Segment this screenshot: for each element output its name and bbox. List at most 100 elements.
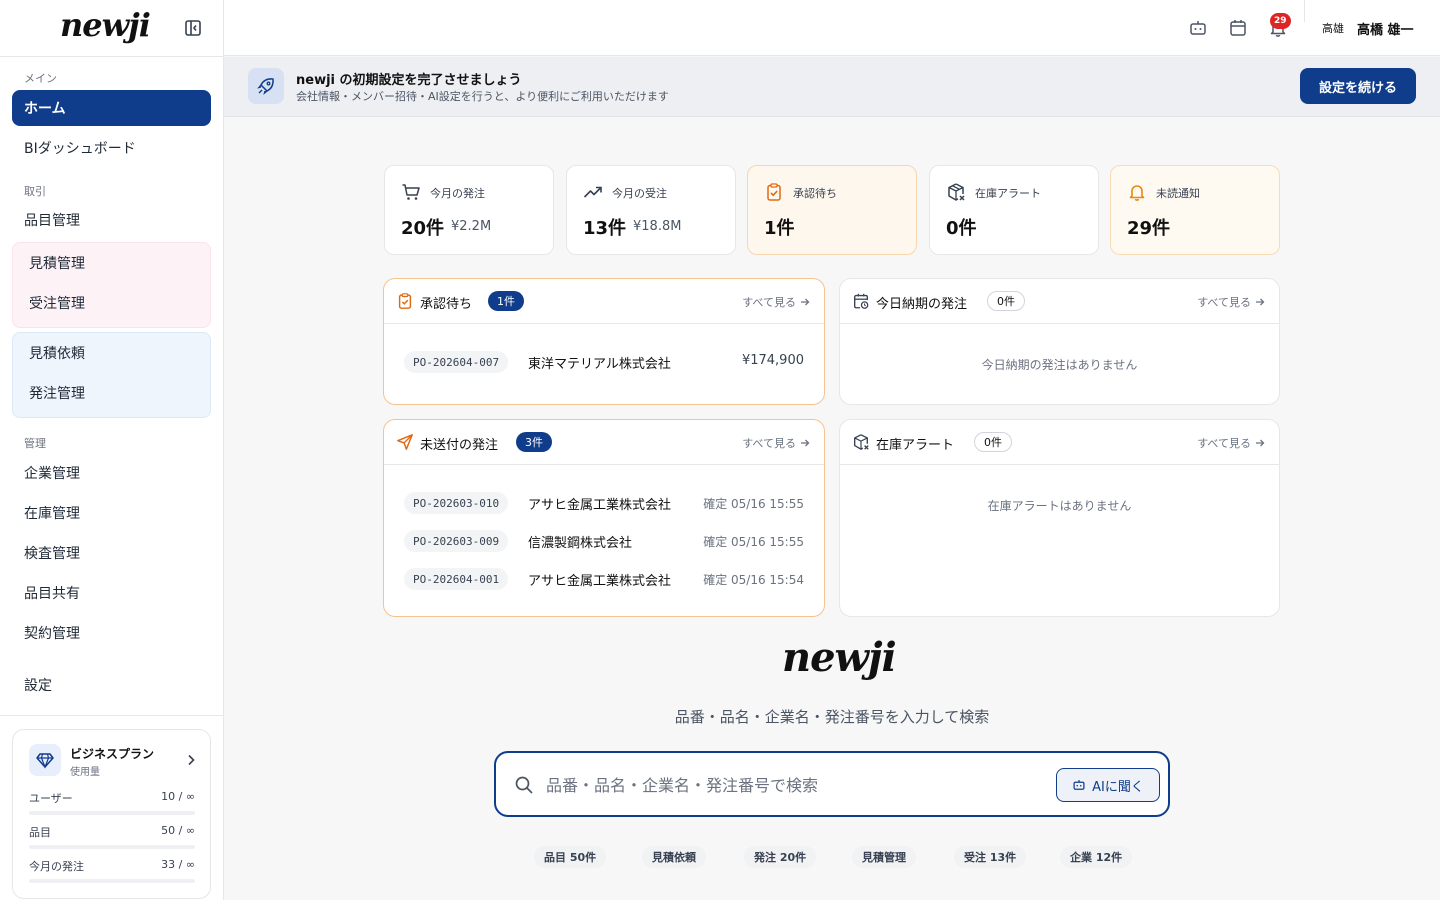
ask-ai-button[interactable]: AIに聞く bbox=[1056, 768, 1160, 802]
sidebar-item-inspection[interactable]: 検査管理 bbox=[12, 535, 211, 571]
sidebar-item-settings[interactable]: 設定 bbox=[12, 667, 211, 703]
sidebar-item-contract[interactable]: 契約管理 bbox=[12, 615, 211, 651]
bell-icon bbox=[1129, 185, 1145, 201]
plan-card[interactable]: ビジネスプラン 使用量 ユーザー 10 / ∞ 品目 50 / ∞ 今月の発注 … bbox=[12, 729, 211, 899]
see-all-label: すべて見る bbox=[742, 296, 796, 309]
panel-title: 在庫アラート bbox=[876, 438, 955, 453]
see-all-link[interactable]: すべて見る bbox=[1197, 294, 1265, 310]
plan-title: ビジネスプラン bbox=[70, 747, 155, 761]
quick-chip-po[interactable]: 発注 20件 bbox=[744, 846, 817, 868]
see-all-label: すべて見る bbox=[742, 437, 796, 450]
po-confirmed-time: 確定 05/16 15:55 bbox=[703, 535, 804, 549]
count-badge: 0件 bbox=[987, 291, 1025, 311]
po-amount: ¥174,900 bbox=[741, 353, 804, 368]
usage-label: ユーザー bbox=[29, 792, 73, 805]
stat-card-monthly-orders[interactable]: 今月の受注 13件 ¥18.8M bbox=[566, 165, 736, 255]
po-row[interactable]: PO-202603-009 信濃製鋼株式会社 確定 05/16 15:55 bbox=[404, 530, 804, 552]
sidebar-header: newji bbox=[0, 0, 223, 57]
user-avatar-text[interactable]: 高雄 bbox=[1322, 20, 1344, 36]
quick-chip-quote-request[interactable]: 見積依頼 bbox=[642, 846, 706, 868]
continue-setup-button[interactable]: 設定を続ける bbox=[1300, 68, 1416, 104]
po-company: アサヒ金属工業株式会社 bbox=[528, 498, 672, 513]
panel-title: 承認待ち bbox=[420, 297, 473, 312]
stat-card-inventory-alert[interactable]: 在庫アラート 0件 bbox=[929, 165, 1099, 255]
sidebar-group-purchase: 見積依頼 発注管理 bbox=[12, 332, 211, 418]
ask-ai-label: AIに聞く bbox=[1092, 779, 1144, 795]
po-row[interactable]: PO-202604-001 アサヒ金属工業株式会社 確定 05/16 15:54 bbox=[404, 568, 804, 590]
po-company: 東洋マテリアル株式会社 bbox=[528, 357, 671, 372]
package-x-icon bbox=[948, 183, 965, 201]
stat-card-monthly-po[interactable]: 今月の発注 20件 ¥2.2M bbox=[384, 165, 554, 255]
see-all-link[interactable]: すべて見る bbox=[742, 294, 810, 310]
arrow-right-icon bbox=[801, 298, 810, 306]
stat-amount: ¥2.2M bbox=[451, 219, 492, 234]
count-badge: 0件 bbox=[974, 432, 1012, 452]
see-all-label: すべて見る bbox=[1197, 437, 1251, 450]
user-name[interactable]: 高橋 雄一 bbox=[1357, 19, 1414, 38]
search-box: AIに聞く bbox=[494, 751, 1170, 817]
po-company: 信濃製鋼株式会社 bbox=[528, 536, 633, 551]
quick-chip-quote-mgmt[interactable]: 見積管理 bbox=[852, 846, 916, 868]
sidebar-item-order-received[interactable]: 受注管理 bbox=[13, 283, 210, 323]
clipboard-check-icon bbox=[767, 183, 781, 201]
count-badge: 3件 bbox=[516, 432, 552, 452]
arrow-right-icon bbox=[1256, 298, 1265, 306]
po-confirmed-time: 確定 05/16 15:55 bbox=[703, 497, 804, 511]
package-x-icon bbox=[854, 434, 869, 450]
po-number: PO-202603-009 bbox=[404, 530, 509, 552]
sidebar-item-inventory[interactable]: 在庫管理 bbox=[12, 495, 211, 531]
arrow-right-icon bbox=[801, 439, 810, 447]
sidebar-item-item-share[interactable]: 品目共有 bbox=[12, 575, 211, 611]
stat-card-unread-notifications[interactable]: 未読通知 29件 bbox=[1110, 165, 1280, 255]
panel-header: 今日納期の発注 0件 すべて見る bbox=[840, 279, 1279, 324]
cart-icon bbox=[402, 184, 420, 200]
clipboard-check-icon bbox=[398, 293, 412, 309]
setup-banner: newji の初期設定を完了させましょう 会社情報・メンバー招待・AI設定を行う… bbox=[224, 57, 1440, 117]
quick-chip-companies[interactable]: 企業 12件 bbox=[1060, 846, 1133, 868]
robot-icon[interactable] bbox=[1188, 18, 1208, 38]
po-row[interactable]: PO-202603-010 アサヒ金属工業株式会社 確定 05/16 15:55 bbox=[404, 492, 804, 514]
sidebar-collapse-icon[interactable] bbox=[184, 19, 202, 37]
app-logo[interactable]: newji bbox=[60, 6, 151, 44]
usage-label: 今月の発注 bbox=[29, 860, 84, 873]
chevron-right-icon[interactable] bbox=[186, 754, 196, 766]
rocket-icon bbox=[248, 68, 284, 104]
sidebar-item-bi-dashboard[interactable]: BIダッシュボード bbox=[12, 130, 211, 166]
trending-up-icon bbox=[583, 186, 602, 198]
stat-label: 今月の受注 bbox=[612, 187, 667, 200]
usage-bar bbox=[29, 879, 195, 883]
stat-value: 13件 bbox=[583, 218, 627, 239]
section-label-admin: 管理 bbox=[24, 437, 46, 450]
panel-header: 在庫アラート 0件 すべて見る bbox=[840, 420, 1279, 465]
stat-card-pending-approval[interactable]: 承認待ち 1件 bbox=[747, 165, 917, 255]
sidebar-item-items[interactable]: 品目管理 bbox=[12, 202, 211, 238]
search-input[interactable] bbox=[546, 771, 1046, 799]
calendar-icon[interactable] bbox=[1228, 18, 1248, 38]
sidebar-item-quote-mgmt[interactable]: 見積管理 bbox=[13, 243, 210, 283]
stat-value: 1件 bbox=[764, 218, 795, 239]
usage-row-users: ユーザー 10 / ∞ bbox=[29, 790, 195, 815]
sidebar-item-quote-request[interactable]: 見積依頼 bbox=[13, 333, 210, 373]
panel-header: 未送付の発注 3件 すべて見る bbox=[384, 420, 824, 465]
panel-unsent-po: 未送付の発注 3件 すべて見る PO-202603-010 アサヒ金属工業株式会… bbox=[383, 419, 825, 617]
search-logo: newji bbox=[782, 634, 897, 681]
panel-pending-approval: 承認待ち 1件 すべて見る PO-202604-007 東洋マテリアル株式会社 … bbox=[383, 278, 825, 405]
sidebar-item-home[interactable]: ホーム bbox=[12, 90, 211, 126]
send-icon bbox=[397, 434, 413, 450]
search-icon bbox=[515, 776, 533, 794]
quick-chip-orders[interactable]: 受注 13件 bbox=[954, 846, 1027, 868]
po-confirmed-time: 確定 05/16 15:54 bbox=[703, 573, 804, 587]
usage-value: 33 / ∞ bbox=[161, 858, 195, 871]
sidebar-item-po-mgmt[interactable]: 発注管理 bbox=[13, 373, 210, 413]
panel-due-today: 今日納期の発注 0件 すべて見る 今日納期の発注はありません bbox=[839, 278, 1280, 405]
po-company: アサヒ金属工業株式会社 bbox=[528, 574, 672, 589]
stat-label: 未読通知 bbox=[1156, 187, 1200, 200]
sidebar-item-company[interactable]: 企業管理 bbox=[12, 455, 211, 491]
robot-icon bbox=[1073, 780, 1085, 790]
calendar-clock-icon bbox=[854, 293, 869, 309]
po-row[interactable]: PO-202604-007 東洋マテリアル株式会社 ¥174,900 bbox=[404, 351, 804, 373]
stat-amount: ¥18.8M bbox=[633, 219, 682, 234]
see-all-link[interactable]: すべて見る bbox=[742, 435, 810, 451]
see-all-link[interactable]: すべて見る bbox=[1197, 435, 1265, 451]
quick-chip-items[interactable]: 品目 50件 bbox=[534, 846, 607, 868]
